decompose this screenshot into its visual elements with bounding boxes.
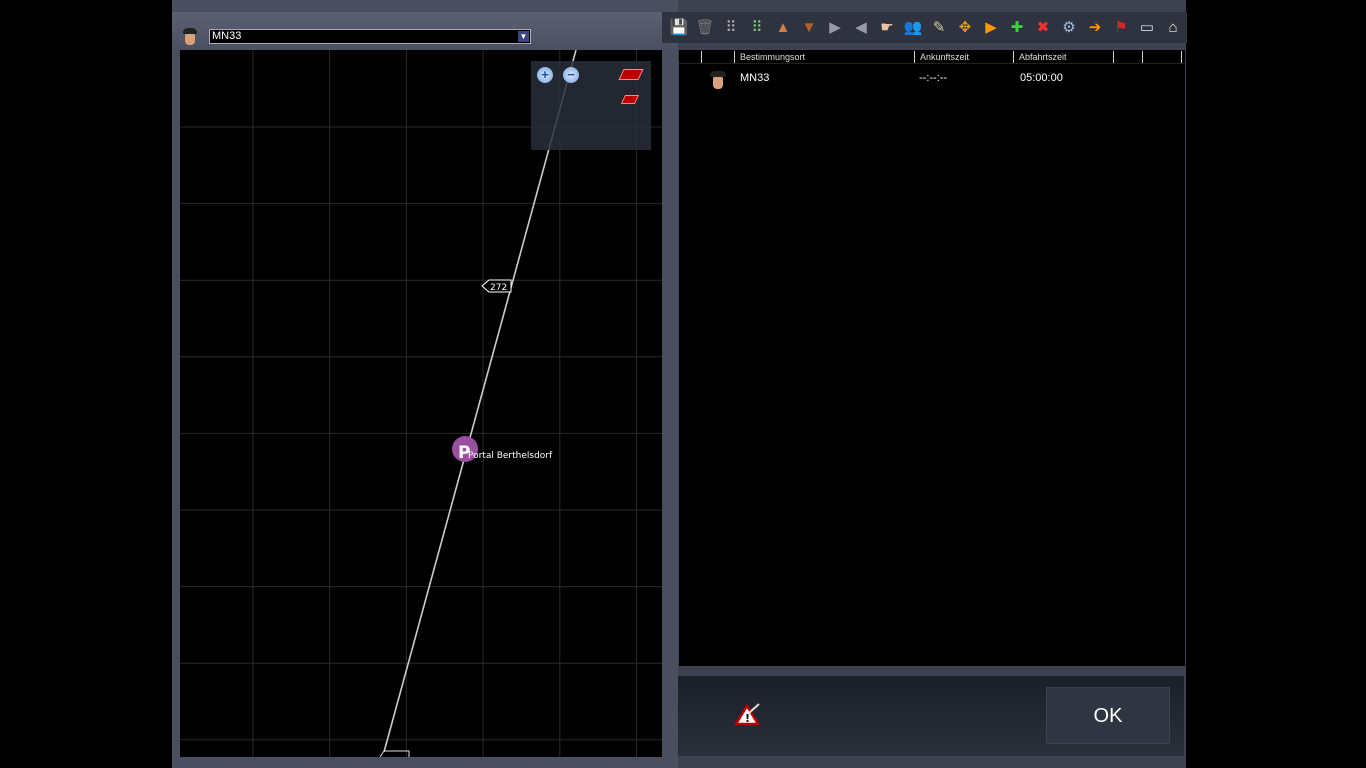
grid-green-icon[interactable]: ⠿	[746, 17, 768, 39]
driver-icon	[709, 69, 727, 91]
column-header-departure[interactable]: Abfahrtszeit	[1013, 51, 1067, 63]
station-icon[interactable]: ⌂	[1162, 17, 1184, 39]
flag-icon[interactable]: ⚑	[1110, 17, 1132, 39]
insert-before-icon[interactable]: ◀	[850, 17, 872, 39]
column-header-arrival[interactable]: Ankunftszeit	[914, 51, 969, 63]
train-select-value: MN33	[212, 30, 242, 42]
move-up-icon[interactable]: ▲	[772, 17, 794, 39]
toolbar: 💾 🗑 ⠿ ⠿ ▲ ▼ ▶ ◀ ☛ 👥 ✎ ✥ ▶ ✚ ✖ ⚙ ➔ ⚑ ▭ ⌂	[662, 12, 1187, 43]
table-row[interactable]: MN33 --:--:-- 05:00:00	[679, 64, 1185, 94]
station-label: Portal Berthelsdorf	[468, 451, 553, 461]
driver-icon	[181, 26, 199, 46]
timetable: Bestimmungsort Ankunftszeit Abfahrtszeit…	[679, 50, 1185, 666]
grid-icon[interactable]: ⠿	[720, 17, 742, 39]
add-icon[interactable]: ✚	[1006, 17, 1028, 39]
save-icon[interactable]: 💾	[668, 17, 690, 39]
svg-text:!: !	[745, 712, 750, 725]
column-header[interactable]	[1113, 51, 1141, 63]
zoom-out-icon[interactable]: −	[563, 67, 579, 83]
arrival-cell: --:--:--	[919, 72, 948, 84]
table-header: Bestimmungsort Ankunftszeit Abfahrtszeit	[679, 50, 1185, 64]
warning-icon[interactable]: !	[733, 703, 761, 727]
train-select[interactable]: MN33 ▼	[209, 29, 531, 44]
track-segment-icon[interactable]	[618, 69, 644, 80]
track-junction-icon[interactable]	[620, 95, 640, 104]
map-tools-panel: + −	[531, 61, 651, 150]
trash-icon[interactable]: 🗑	[694, 17, 716, 39]
pointing-hand-icon[interactable]: ☛	[876, 17, 898, 39]
expand-icon[interactable]: ✥	[954, 17, 976, 39]
panel-icon[interactable]: ▭	[1136, 17, 1158, 39]
column-header[interactable]	[1142, 51, 1182, 63]
column-header[interactable]	[701, 51, 733, 63]
destination-cell: MN33	[740, 72, 770, 84]
exit-icon[interactable]: ➔	[1084, 17, 1106, 39]
chevron-down-icon[interactable]: ▼	[518, 31, 529, 42]
remove-icon[interactable]: ✖	[1032, 17, 1054, 39]
track-line	[383, 50, 577, 753]
signal-label: 272	[490, 283, 507, 293]
settings-icon[interactable]: ⚙	[1058, 17, 1080, 39]
column-header-destination[interactable]: Bestimmungsort	[734, 51, 805, 63]
move-down-icon[interactable]: ▼	[798, 17, 820, 39]
add-next-icon[interactable]: ▶	[980, 17, 1002, 39]
ok-button[interactable]: OK	[1046, 687, 1170, 744]
zoom-in-icon[interactable]: +	[537, 67, 553, 83]
driver-icon[interactable]: ✎	[928, 17, 950, 39]
insert-after-icon[interactable]: ▶	[824, 17, 846, 39]
passengers-icon[interactable]: 👥	[902, 17, 924, 39]
route-map[interactable]: 272 P Portal Berthelsdorf	[180, 50, 662, 757]
departure-cell: 05:00:00	[1020, 72, 1063, 84]
map-canvas[interactable]: 272 P Portal Berthelsdorf	[180, 50, 662, 757]
